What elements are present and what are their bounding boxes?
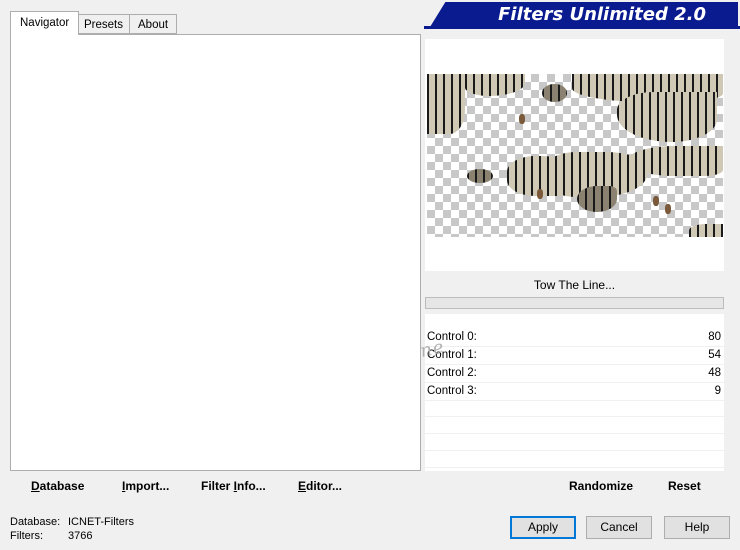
tab-about[interactable]: About	[129, 14, 178, 34]
control-value: 54	[708, 349, 721, 361]
control-row-empty	[425, 452, 724, 468]
tab-navigator[interactable]: Navigator	[10, 11, 80, 35]
control-label: Control 0:	[427, 331, 477, 343]
control-row-2[interactable]: Control 2: 48	[425, 365, 724, 383]
control-row-3[interactable]: Control 3: 9	[425, 383, 724, 401]
preview-image	[427, 74, 723, 237]
progress-bar	[425, 297, 724, 309]
app-title-banner: Filters Unlimited 2.0	[430, 2, 738, 27]
filter-info-button[interactable]: Filter Info...	[201, 479, 266, 493]
control-row-empty	[425, 418, 724, 434]
control-value: 48	[708, 367, 721, 379]
selected-filter-name: Tow The Line...	[425, 273, 724, 297]
control-label: Control 2:	[427, 367, 477, 379]
database-button[interactable]: Database	[31, 479, 84, 493]
import-button[interactable]: Import...	[122, 479, 169, 493]
status-area: Database: ICNET-Filters Filters: 3766	[10, 515, 134, 543]
editor-button[interactable]: Editor...	[298, 479, 342, 493]
cancel-button[interactable]: Cancel	[586, 516, 652, 539]
status-filters: Filters: 3766	[10, 530, 93, 542]
status-database: Database: ICNET-Filters	[10, 516, 134, 528]
control-value: 80	[708, 331, 721, 343]
left-button-bar: Database Import... Filter Info... Editor…	[10, 474, 421, 498]
tab-presets[interactable]: Presets	[75, 14, 132, 34]
control-label: Control 3:	[427, 385, 477, 397]
control-row-1[interactable]: Control 1: 54	[425, 347, 724, 365]
banner-underline	[424, 26, 740, 29]
apply-button[interactable]: Apply	[510, 516, 576, 539]
right-button-bar: Randomize Reset	[425, 474, 724, 498]
randomize-button[interactable]: Randomize	[569, 479, 633, 493]
control-row-empty	[425, 435, 724, 451]
control-label: Control 1:	[427, 349, 477, 361]
help-button[interactable]: Help	[664, 516, 730, 539]
navigator-panel	[10, 34, 421, 471]
control-row-empty	[425, 401, 724, 417]
control-value: 9	[714, 385, 721, 397]
control-row-0[interactable]: Control 0: 80	[425, 329, 724, 347]
reset-button[interactable]: Reset	[668, 479, 701, 493]
controls-panel: Control 0: 80 Control 1: 54 Control 2: 4…	[425, 314, 724, 471]
